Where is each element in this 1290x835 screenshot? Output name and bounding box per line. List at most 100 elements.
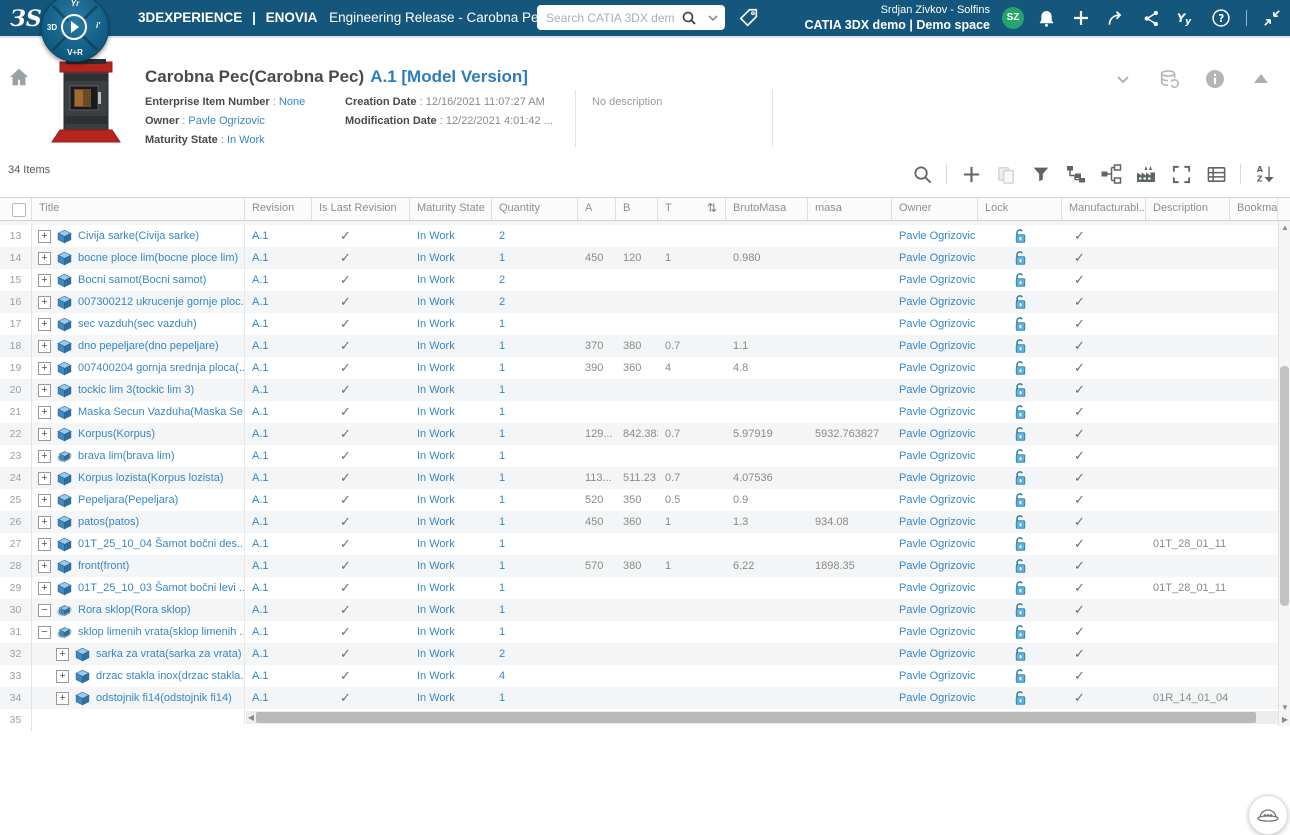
unlocked-padlock-icon[interactable] [1013,360,1028,376]
manufacturing-factory-icon[interactable] [1135,163,1157,185]
item-title-link[interactable]: sarka za vrata(sarka za vrata) [96,643,242,665]
table-row[interactable]: 21 + Maska Secun Vazduha(Maska Se... A.1 ✓ In… [0,401,1290,423]
revision-value[interactable]: A.1 [245,643,312,665]
search-icon[interactable] [677,5,701,30]
search-input[interactable] [537,10,677,25]
table-row[interactable]: 28 + front(front) A.1 ✓ In Work 1 570 380 1 6.22 18… [0,555,1290,577]
item-title-link[interactable]: front(front) [78,555,129,577]
revision-value[interactable]: A.1 [245,599,312,621]
vertical-scrollbar[interactable]: ▲ ▼ ▶ [1278,221,1290,726]
owner-link[interactable]: Pavle Ogrizovic [892,423,978,445]
column-header-owner[interactable]: Owner [892,198,978,220]
item-title-link[interactable]: sklop limenih vrata(sklop limenih ... [78,621,244,643]
expand-row-icon[interactable]: + [38,559,51,573]
column-header-a[interactable]: A [578,198,616,220]
owner-link[interactable]: Pavle Ogrizovic [892,599,978,621]
maturity-state-value[interactable]: In Work [410,643,492,665]
3dswym-icon[interactable]: Yy [1176,8,1196,28]
maturity-state-value[interactable]: In Work [410,533,492,555]
unlocked-padlock-icon[interactable] [1013,316,1028,332]
quantity-value[interactable]: 2 [492,643,578,665]
item-title-link[interactable]: sec vazduh(sec vazduh) [78,313,197,335]
sort-indicator-icon[interactable]: ⇅ [707,201,717,215]
expand-structure-icon[interactable] [1100,163,1122,185]
revision-value[interactable]: A.1 [245,445,312,467]
expand-row-icon[interactable]: + [38,427,51,441]
filter-icon[interactable] [1030,163,1052,185]
revision-value[interactable]: A.1 [245,247,312,269]
owner-link[interactable]: Pavle Ogrizovic [892,467,978,489]
info-icon[interactable] [1204,68,1226,90]
maturity-state-value[interactable]: In Work [410,665,492,687]
expand-row-icon[interactable]: + [38,317,51,331]
unlocked-padlock-icon[interactable] [1013,294,1028,310]
maturity-state-value[interactable]: In Work [410,467,492,489]
item-title-link[interactable]: patos(patos) [78,511,139,533]
revision-value[interactable]: A.1 [245,533,312,555]
owner-link[interactable]: Pavle Ogrizovic [892,687,978,709]
maturity-state-value[interactable]: In Work [410,401,492,423]
quantity-value[interactable]: 1 [492,533,578,555]
avatar[interactable]: SZ [1002,7,1024,29]
help-icon[interactable]: ? [1211,8,1231,28]
unlocked-padlock-icon[interactable] [1013,426,1028,442]
item-title-link[interactable]: Pepeljara(Pepeljara) [78,489,178,511]
expand-row-icon[interactable]: + [38,581,51,595]
enterprise-item-number-value[interactable]: None [279,96,305,108]
add-item-plus-icon[interactable] [960,163,982,185]
expand-row-icon[interactable]: + [38,493,51,507]
quantity-value[interactable]: 1 [492,445,578,467]
table-row[interactable]: 26 + patos(patos) A.1 ✓ In Work 1 450 360 1 1.3 934… [0,511,1290,533]
expand-row-icon[interactable]: + [56,647,69,661]
tag-icon[interactable] [738,7,760,29]
search-list-icon[interactable] [911,163,933,185]
revision-value[interactable]: A.1 [245,269,312,291]
revision-value[interactable]: A.1 [245,511,312,533]
quantity-value[interactable]: 1 [492,555,578,577]
quantity-value[interactable]: 1 [492,423,578,445]
unlocked-padlock-icon[interactable] [1013,404,1028,420]
item-title-link[interactable]: brava lim(brava lim) [78,445,175,467]
column-header-b[interactable]: B [616,198,658,220]
paste-icon[interactable] [995,163,1017,185]
maturity-state-value[interactable]: In Work [410,269,492,291]
compass-vr-quadrant-label[interactable]: V+R [41,48,109,57]
quantity-value[interactable]: 2 [492,291,578,313]
table-row[interactable]: 19 +007400204 gornja srednja ploca(... A.1… [0,357,1290,379]
collapse-row-icon[interactable]: − [38,603,51,617]
revision-value[interactable]: A.1 [245,467,312,489]
maturity-state-value[interactable]: In Work [410,489,492,511]
table-view-icon[interactable] [1205,163,1227,185]
revision-value[interactable]: A.1 [245,621,312,643]
table-row[interactable]: 17 + sec vazduh(sec vazduh) A.1 ✓ In Work 1 Pav… [0,313,1290,335]
compass-social-quadrant-label[interactable]: Yr [41,0,109,8]
expand-row-icon[interactable]: + [38,273,51,287]
collapse-row-icon[interactable]: − [38,625,51,639]
expand-row-icon[interactable]: + [56,691,69,705]
revision-value[interactable]: A.1 [245,379,312,401]
item-title-link[interactable]: Civija sarke(Civija sarke) [78,225,199,247]
expand-row-icon[interactable]: + [38,471,51,485]
notifications-bell-icon[interactable] [1036,8,1056,28]
owner-link[interactable]: Pavle Ogrizovic [892,533,978,555]
table-row[interactable]: 18 + dno pepeljare(dno pepeljare) A.1 ✓ In Wo… [0,335,1290,357]
quantity-value[interactable]: 1 [492,313,578,335]
revision-value[interactable]: A.1 [245,401,312,423]
column-header-title[interactable]: Title [32,198,245,220]
object-thumbnail[interactable] [48,58,124,144]
vertical-scroll-thumb[interactable] [1280,366,1289,606]
scroll-right-arrow-icon[interactable]: ▶ [1279,715,1290,724]
select-all-checkbox[interactable] [0,198,32,220]
column-header-revision[interactable]: Revision [245,198,312,220]
owner-value[interactable]: Pavle Ogrizovic [188,115,264,127]
unlocked-padlock-icon[interactable] [1013,470,1028,486]
quantity-value[interactable]: 1 [492,467,578,489]
quantity-value[interactable]: 4 [492,665,578,687]
table-row[interactable]: 13 + Civija sarke(Civija sarke) A.1 ✓ In Work… [0,225,1290,247]
unlocked-padlock-icon[interactable] [1013,602,1028,618]
owner-link[interactable]: Pavle Ogrizovic [892,665,978,687]
maturity-state-value[interactable]: In Work [410,577,492,599]
owner-link[interactable]: Pavle Ogrizovic [892,335,978,357]
horizontal-scrollbar[interactable]: ◀ [246,711,1278,724]
maturity-state-value[interactable]: In Work [410,313,492,335]
